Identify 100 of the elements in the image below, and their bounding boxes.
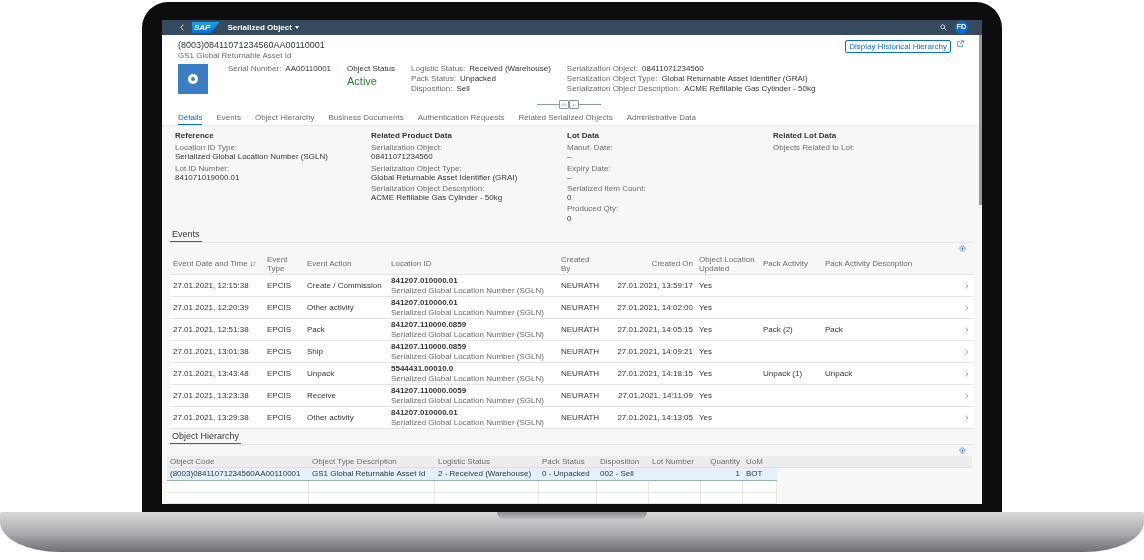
field-label: Expiry Date: (567, 163, 612, 173)
location-id: 841207.010000.01 (391, 298, 459, 308)
table-cell-text: 27.01.2021, 12:20:39 (172, 302, 250, 313)
field-value: 08411071234560 (371, 152, 434, 162)
tab[interactable]: Object Hierarchy (254, 111, 315, 125)
column-header[interactable]: Object Location Updated (696, 254, 760, 274)
column-header[interactable]: Logistic Status (435, 456, 494, 467)
attribute-label: Disposition: (411, 83, 453, 94)
section-title: Object Hierarchy (170, 430, 242, 444)
table-cell-text: NEURATH (560, 368, 601, 379)
table-cell-text: 0 - Unpacked (541, 469, 591, 479)
field-value: – (567, 152, 573, 162)
table-cell-text: 27.01.2021, 12:15:38 (172, 280, 250, 291)
field-label: Serialization Object Type: (371, 163, 463, 173)
location-type: Serialized Global Location Number (SGLN) (391, 307, 545, 317)
column-header[interactable]: Pack Status (539, 456, 588, 467)
column-header[interactable]: Location ID (388, 259, 435, 269)
attribute-label: Serialization Object Type: (566, 73, 658, 83)
tab[interactable]: Related Serialized Objects (518, 111, 613, 125)
attribute-value: Sell (456, 83, 470, 94)
field-value: Serialized Global Location Number (SGLN) (175, 152, 329, 162)
location-id: 841207.010000.01 (391, 408, 459, 418)
column-header[interactable]: Pack Activity (760, 259, 811, 269)
location-id: 841207.110000.0859 (391, 342, 468, 352)
field-label: Location ID Type: (175, 143, 239, 153)
table-row[interactable]: (8003)08411071234560AA00110001 GS1 Global Returnable Asset Id 2 - Received (Warehouse) 0 - Unpacked 002 - Sell 1 BOT (167, 468, 777, 481)
tab[interactable]: Administrative Data (626, 111, 697, 125)
field-label: Objects Related to Lot: (773, 143, 856, 153)
attribute-value: 08411071234560 (642, 63, 704, 73)
table-cell-text: GS1 Global Returnable Asset Id (311, 469, 427, 479)
tab[interactable]: Business Documents (328, 111, 404, 125)
table-cell-text: 27.01.2021, 13:59:17 (616, 280, 694, 291)
status-value: Active (347, 74, 378, 88)
table-cell-text: Yes (698, 368, 714, 379)
tab[interactable]: Authentication Requests (417, 111, 505, 125)
column-header[interactable]: Object Code (167, 456, 218, 467)
column-header[interactable]: UoM (743, 456, 766, 467)
table-cell-text: 27.01.2021, 13:43:48 (172, 368, 250, 379)
table-cell-text: 27.01.2021, 14:05:15 (616, 324, 694, 335)
tab[interactable]: Events (216, 111, 241, 125)
column-header[interactable]: Lot Number (649, 456, 697, 467)
table-cell-text: Yes (698, 346, 714, 357)
table-cell-text: Other activity (306, 412, 355, 423)
table-cell-text: Unpack (1) (762, 368, 804, 379)
section-heading: Lot Data (567, 131, 600, 141)
field-label: Produced Qty: (567, 204, 620, 214)
field-value: 0 (567, 193, 573, 203)
section-heading: Related Lot Data (773, 131, 838, 141)
table-cell-text: 2 - Received (Warehouse) (437, 469, 533, 479)
field-label: Manuf. Date: (567, 143, 614, 153)
table-cell-text: NEURATH (560, 302, 601, 313)
table-cell-text: Yes (698, 324, 714, 335)
location-type: Serialized Global Location Number (SGLN) (391, 395, 545, 405)
column-header[interactable]: Event Action (304, 259, 355, 269)
historical-hierarchy-button[interactable]: Display Historical Hierarchy (845, 40, 951, 54)
column-header[interactable]: Event Type (264, 254, 304, 274)
section-title: Events (170, 228, 202, 242)
column-header[interactable]: Quantity (707, 456, 743, 467)
status-label: Object Status (347, 63, 396, 73)
section-heading: Related Product Data (371, 131, 453, 141)
table-cell-text: 27.01.2021, 13:23:38 (172, 390, 250, 401)
field-label: Lot ID Number: (175, 163, 231, 173)
sap-logo[interactable]: SAP (192, 21, 220, 34)
location-type: Serialized Global Location Number (SGLN) (391, 417, 545, 427)
table-cell-text: NEURATH (560, 390, 601, 401)
table-cell-text: Pack (306, 324, 326, 335)
location-type: Serialized Global Location Number (SGLN) (391, 351, 545, 361)
column-header[interactable]: Disposition (597, 456, 643, 467)
column-header[interactable]: Event Date and Time (170, 259, 259, 269)
location-id: 841207.010000.01 (391, 276, 459, 286)
column-header[interactable]: Created On (648, 259, 696, 269)
attribute-label: Logistic Status: (411, 63, 466, 73)
table-cell-text: Ship (306, 346, 324, 357)
column-header[interactable]: Created By (558, 254, 604, 274)
field-value: ACME Refillable Gas Cylinder - 50kg (371, 193, 504, 203)
table-cell-text: BOT (745, 469, 764, 479)
field-value: Global Returnable Asset Identifier (GRAI) (371, 172, 519, 182)
column-header[interactable]: Pack Activity Description (822, 259, 916, 269)
table-cell-text: NEURATH (560, 280, 601, 291)
table-cell-text: Yes (698, 390, 714, 401)
field-value: 0 (567, 213, 573, 223)
table-cell-text: Create / Commission (306, 280, 383, 291)
attribute-label: Serialization Object Description: (566, 83, 681, 94)
app-title-menu[interactable]: Serialized Object (227, 22, 299, 33)
table-cell-text: 002 - Sell (599, 469, 635, 479)
object-subtitle: GS1 Global Returnable Asset Id (178, 51, 293, 61)
attribute-value: ACME Refillable Gas Cylinder - 50kg (684, 83, 816, 94)
column-header[interactable]: Object Type Description (309, 456, 400, 467)
location-id: 841207.110000.0859 (391, 320, 468, 330)
table-cell-text: 27.01.2021, 14:18:15 (616, 368, 694, 379)
field-value: 841071019000.01 (175, 172, 241, 182)
field-label: Serialization Object Description: (371, 183, 486, 194)
table-cell-text: 27.01.2021, 14:09:21 (616, 346, 694, 357)
tab[interactable]: Details (178, 111, 203, 125)
attribute-value: Unpacked (460, 73, 496, 83)
table-cell-text: EPCIS (266, 412, 292, 423)
table-cell-text: Yes (698, 302, 714, 313)
attribute-label: Serialization Object: (566, 63, 638, 73)
table-cell-text: 27.01.2021, 14:13:05 (616, 412, 694, 423)
table-cell-text: Pack (2) (762, 324, 794, 335)
